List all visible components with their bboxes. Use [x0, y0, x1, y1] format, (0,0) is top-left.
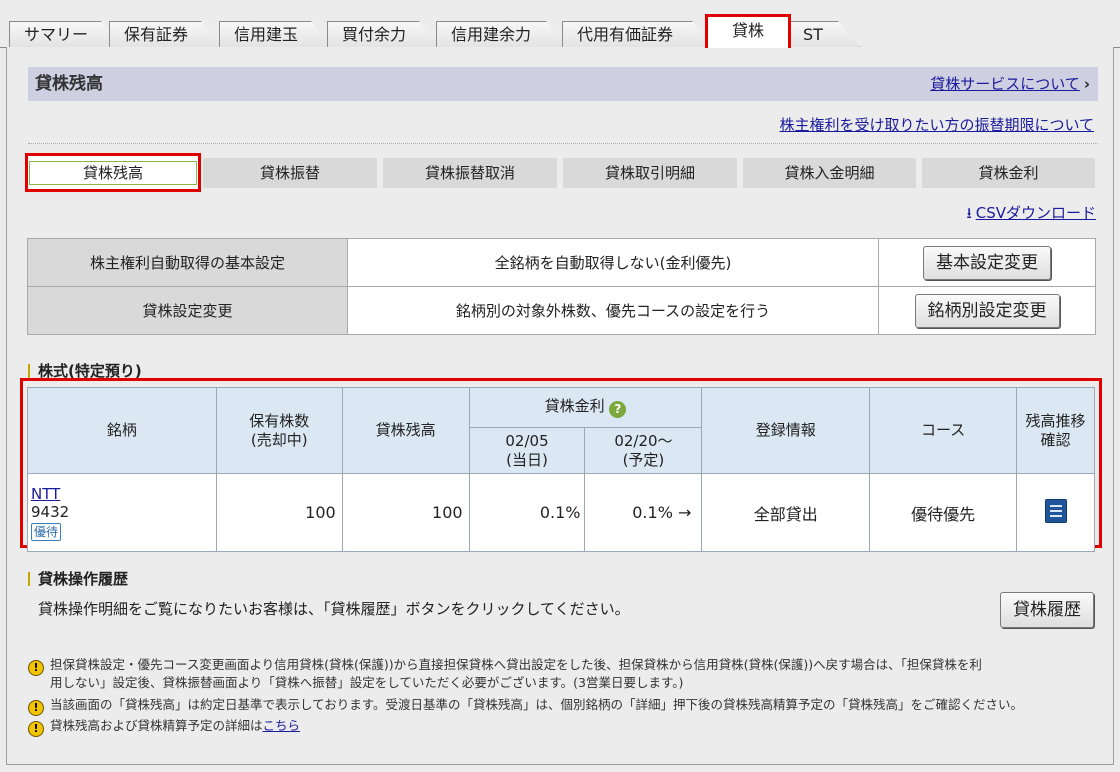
col-header-history: 残高推移 確認 — [1016, 387, 1095, 474]
subtab-lending-balance-label: 貸株残高 — [29, 161, 197, 185]
stock-name-cell: NTT 9432 優待 — [27, 473, 217, 552]
shareholder-rights-link-text[interactable]: 株主権利を受け取りたい方の振替期限について — [779, 116, 1094, 134]
col-header-course: コース — [869, 387, 1018, 474]
shareholder-rights-link[interactable]: 株主権利を受け取りたい方の振替期限について — [779, 114, 1094, 135]
col-header-rate-today-l1: 02/05 — [505, 431, 549, 450]
note-1: ! 担保貸株設定・優先コース変更画面より信用貸株(貸株(保護))から直接担保貸株へ… — [28, 656, 982, 676]
settings-action-cell: 基本設定変更 — [878, 238, 1096, 287]
per-stock-settings-button[interactable]: 銘柄別設定変更 — [914, 293, 1060, 328]
warning-icon: ! — [28, 660, 44, 676]
col-header-registration: 登録情報 — [701, 387, 871, 474]
shares-cell: 100 — [215, 473, 343, 552]
note-1-continued: 用しない」設定後、貸株振替画面より「貸株へ振替」設定をしていただく必要がございま… — [50, 675, 684, 690]
col-header-rate-today: 02/05 (当日) — [468, 427, 586, 474]
balance-cell: 100 — [341, 473, 470, 552]
col-header-shares-l1: 保有株数 — [249, 411, 310, 430]
subtab-lending-rates[interactable]: 貸株金利 — [922, 158, 1095, 188]
rate-planned-cell: 0.1% → — [584, 473, 703, 552]
tab-buying-power[interactable]: 買付余力 — [327, 21, 441, 47]
tab-collateral-securities[interactable]: 代用有価証券 — [562, 21, 714, 47]
lending-service-link[interactable]: 貸株サービスについて › — [930, 67, 1090, 101]
download-icon: ⭳ — [966, 204, 972, 222]
csv-download-link[interactable]: ⭳ CSVダウンロード — [966, 202, 1096, 228]
chevron-right-icon: › — [1083, 75, 1090, 93]
note-1-text: 担保貸株設定・優先コース変更画面より信用貸株(貸株(保護))から直接担保貸株へ貸… — [50, 657, 982, 672]
col-header-rate-planned-l2: (予定) — [622, 450, 665, 469]
lending-service-link-text[interactable]: 貸株サービスについて — [930, 75, 1080, 93]
settings-label: 株主権利自動取得の基本設定 — [27, 238, 348, 287]
col-header-rate-today-l2: (当日) — [506, 450, 548, 469]
tab-bar: サマリー 保有証券 信用建玉 買付余力 信用建余力 代用有価証券 貸株 ST — [0, 0, 1120, 48]
benefit-badge: 優待 — [31, 522, 62, 541]
csv-download-text[interactable]: CSVダウンロード — [976, 204, 1096, 222]
help-icon[interactable]: ? — [609, 401, 627, 418]
settings-value: 全銘柄を自動取得しない(金利優先) — [347, 238, 879, 287]
settings-label: 貸株設定変更 — [27, 286, 348, 335]
divider — [28, 143, 1098, 144]
basic-settings-change-button[interactable]: 基本設定変更 — [923, 245, 1051, 280]
stock-code: 9432 — [31, 502, 70, 521]
col-header-history-l1: 残高推移 — [1025, 411, 1086, 430]
warning-icon: ! — [28, 700, 44, 716]
lending-history-button[interactable]: 貸株履歴 — [1000, 592, 1094, 628]
subtab-lending-balance[interactable]: 貸株残高 — [25, 153, 201, 192]
rate-today-cell: 0.1% — [468, 473, 586, 552]
details-link[interactable]: こちら — [263, 718, 301, 733]
history-section-title: 貸株操作履歴 — [28, 572, 128, 587]
col-header-rate-planned-l1: 02/20〜 — [614, 431, 673, 450]
settings-table: 株主権利自動取得の基本設定 全銘柄を自動取得しない(金利優先) 基本設定変更 貸… — [27, 238, 1096, 335]
settings-action-cell: 銘柄別設定変更 — [878, 286, 1096, 335]
settings-row: 貸株設定変更 銘柄別の対象外株数、優先コースの設定を行う 銘柄別設定変更 — [27, 286, 1096, 335]
col-header-rate: 貸株金利 ? — [468, 387, 703, 428]
history-description: 貸株操作明細をご覧になりたいお客様は、「貸株履歴」ボタンをクリックしてください。 — [38, 600, 630, 618]
subtab-transfer-cancel[interactable]: 貸株振替取消 — [383, 158, 557, 188]
calendar-icon[interactable] — [1044, 498, 1067, 523]
subtab-lending-transfer[interactable]: 貸株振替 — [203, 158, 377, 188]
tab-margin-positions[interactable]: 信用建玉 — [219, 21, 333, 47]
section-header: 貸株残高 貸株サービスについて › — [28, 67, 1098, 101]
note-2-text: 当該画面の「貸株残高」は約定日基準で表示しております。受渡日基準の「貸株残高」は… — [50, 697, 1024, 712]
tab-summary[interactable]: サマリー — [9, 21, 123, 47]
note-2: ! 当該画面の「貸株残高」は約定日基準で表示しております。受渡日基準の「貸株残高」… — [28, 696, 1023, 716]
tab-stock-lending[interactable]: 貸株 — [705, 14, 791, 48]
warning-icon: ! — [28, 721, 44, 737]
col-header-balance: 貸株残高 — [341, 387, 470, 474]
col-header-name: 銘柄 — [27, 387, 217, 474]
tab-margin-power[interactable]: 信用建余力 — [436, 21, 568, 47]
holdings-table: 銘柄 保有株数 (売却中) 貸株残高 貸株金利 ? 登録情報 コース 残高推移 確認… — [27, 387, 1095, 552]
col-header-shares-l2: (売却中) — [250, 430, 308, 449]
settings-value: 銘柄別の対象外株数、優先コースの設定を行う — [347, 286, 879, 335]
holdings-header-row: 銘柄 保有株数 (売却中) 貸株残高 貸株金利 ? 登録情報 コース 残高推移 確認 — [27, 387, 1095, 474]
tab-holdings[interactable]: 保有証券 — [109, 21, 223, 47]
holdings-section-title: 株式(特定預り) — [28, 364, 142, 379]
table-row: NTT 9432 優待 100 100 0.1% 0.1% → 全部貸出 優待優… — [27, 473, 1095, 552]
stock-name-link[interactable]: NTT — [31, 485, 60, 503]
note-3-text: 貸株残高および貸株精算予定の詳細は — [50, 718, 263, 733]
note-3: ! 貸株残高および貸株精算予定の詳細はこちら — [28, 717, 300, 737]
registration-cell: 全部貸出 — [701, 473, 871, 552]
settings-row: 株主権利自動取得の基本設定 全銘柄を自動取得しない(金利優先) 基本設定変更 — [27, 238, 1096, 287]
subtab-deposit-details[interactable]: 貸株入金明細 — [743, 158, 916, 188]
course-cell: 優待優先 — [869, 473, 1018, 552]
col-header-history-l2: 確認 — [1040, 430, 1071, 449]
history-cell — [1016, 473, 1095, 552]
subtab-transaction-details[interactable]: 貸株取引明細 — [563, 158, 737, 188]
page-title: 貸株残高 — [35, 74, 103, 94]
col-header-shares: 保有株数 (売却中) — [215, 387, 343, 474]
col-header-rate-planned: 02/20〜 (予定) — [584, 427, 703, 474]
col-header-rate-label: 貸株金利 — [544, 397, 605, 415]
tab-st[interactable]: ST — [788, 21, 860, 47]
